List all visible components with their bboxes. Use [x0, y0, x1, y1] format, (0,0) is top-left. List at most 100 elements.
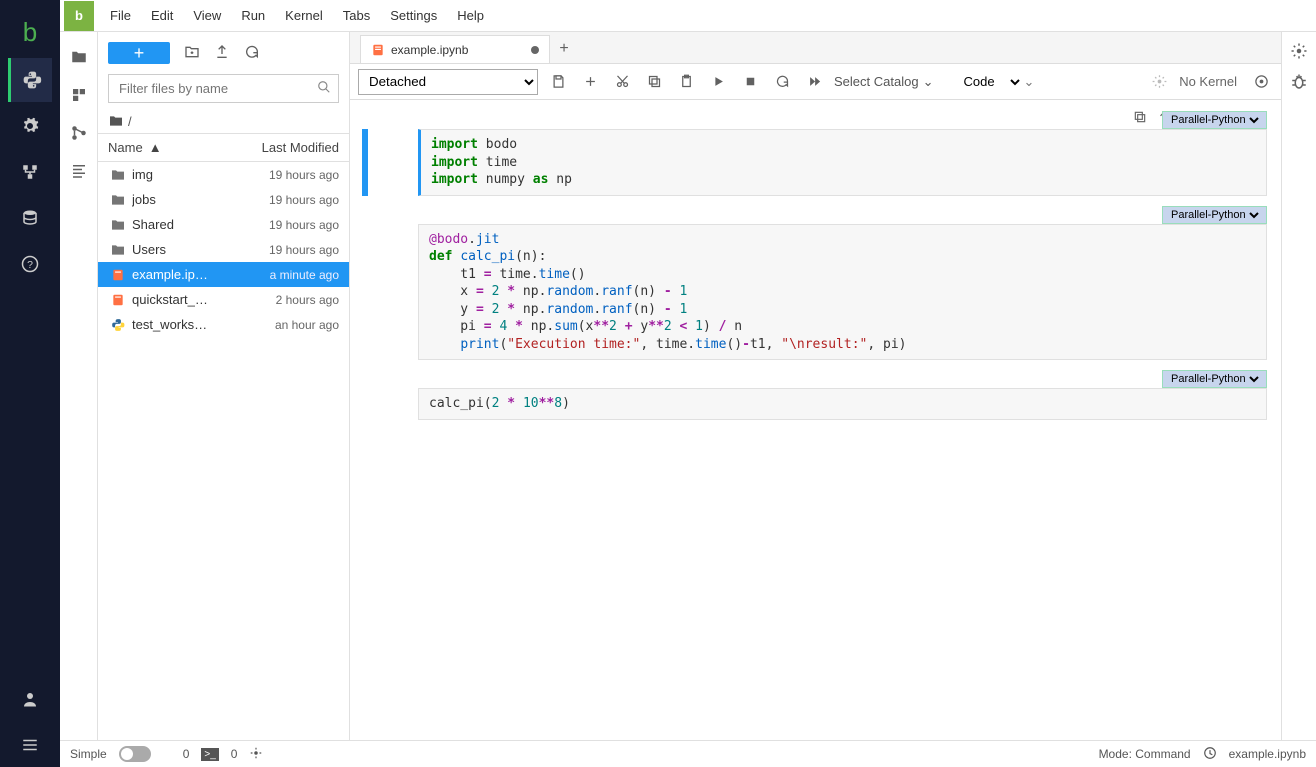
upload-icon[interactable] — [214, 44, 230, 63]
duplicate-icon[interactable] — [1133, 110, 1147, 127]
file-row[interactable]: jobs19 hours ago — [98, 187, 349, 212]
menubar: b File Edit View Run Kernel Tabs Setting… — [60, 0, 1316, 32]
file-list: img19 hours agojobs19 hours agoShared19 … — [98, 162, 349, 740]
chevron-down-icon: ⌄ — [1023, 74, 1034, 90]
notebook-trusted-icon[interactable] — [1203, 746, 1217, 763]
simple-toggle[interactable] — [119, 746, 151, 762]
menu-file[interactable]: File — [100, 4, 141, 27]
run-all-icon[interactable] — [802, 70, 826, 94]
paste-icon[interactable] — [674, 70, 698, 94]
cell-type-select[interactable]: Code — [953, 70, 1023, 94]
run-icon[interactable] — [706, 70, 730, 94]
cell-input[interactable]: @bodo.jit def calc_pi(n): t1 = time.time… — [418, 224, 1267, 361]
menu-run[interactable]: Run — [231, 4, 275, 27]
sidebar-clusters-icon[interactable] — [8, 150, 52, 194]
chevron-down-icon: ⌄ — [923, 74, 934, 90]
code-cell[interactable]: Parallel-Python import bodo import time … — [354, 110, 1267, 196]
file-browser: + / Name ▲ Last Modified img19 hours ago… — [98, 32, 350, 740]
file-name: img — [132, 167, 269, 182]
sidebar-user-icon[interactable] — [8, 677, 52, 721]
file-row[interactable]: img19 hours ago — [98, 162, 349, 187]
property-inspector-icon[interactable] — [1290, 42, 1308, 63]
file-list-header: Name ▲ Last Modified — [98, 133, 349, 162]
search-icon — [317, 80, 331, 97]
new-folder-icon[interactable] — [184, 44, 200, 63]
folder-icon — [108, 167, 128, 183]
menu-settings[interactable]: Settings — [380, 4, 447, 27]
status-bar: Simple 0 >_ 0 Mode: Command example.ipyn… — [60, 740, 1316, 767]
file-name: quickstart_… — [132, 292, 276, 307]
file-filter-input[interactable] — [108, 74, 339, 103]
copy-icon[interactable] — [642, 70, 666, 94]
cell-input[interactable]: calc_pi(2 * 10**8) — [418, 388, 1267, 420]
activity-toc-icon[interactable] — [63, 152, 95, 190]
tab-label: example.ipynb — [391, 43, 468, 57]
cluster-select[interactable]: Detached — [358, 69, 538, 95]
file-modified: an hour ago — [275, 318, 339, 332]
breadcrumb-root: / — [128, 114, 132, 129]
folder-icon — [108, 113, 124, 129]
sort-asc-icon: ▲ — [149, 140, 162, 155]
tab-example-ipynb[interactable]: example.ipynb — [360, 35, 550, 63]
notebook-icon — [371, 43, 385, 57]
file-modified: 19 hours ago — [269, 168, 339, 182]
code-cell[interactable]: Parallel-Python@bodo.jit def calc_pi(n):… — [354, 206, 1267, 361]
file-browser-toolbar: + — [98, 32, 349, 74]
tab-bar: example.ipynb + — [350, 32, 1281, 64]
restart-icon[interactable] — [770, 70, 794, 94]
stop-icon[interactable] — [738, 70, 762, 94]
select-catalog-button[interactable]: Select Catalog ⌄ — [834, 74, 933, 90]
code-cell[interactable]: Parallel-Pythoncalc_pi(2 * 10**8) — [354, 370, 1267, 420]
dirty-indicator-icon — [531, 46, 539, 54]
terminal-icon[interactable]: >_ — [201, 748, 218, 761]
activity-running-icon[interactable] — [63, 76, 95, 114]
file-name: Users — [132, 242, 269, 257]
file-row[interactable]: test_works…an hour ago — [98, 312, 349, 337]
terminal-count[interactable]: 0 — [183, 747, 190, 761]
file-name: test_works… — [132, 317, 275, 332]
kernel-status-icon[interactable] — [1249, 70, 1273, 94]
debugger-icon[interactable] — [1290, 73, 1308, 94]
file-row[interactable]: quickstart_…2 hours ago — [98, 287, 349, 312]
notebook-body[interactable]: Parallel-Python import bodo import time … — [350, 100, 1281, 740]
file-row[interactable]: Users19 hours ago — [98, 237, 349, 262]
activity-folder-icon[interactable] — [63, 38, 95, 76]
sidebar-menu-icon[interactable] — [8, 723, 52, 767]
sidebar-settings-icon[interactable] — [8, 104, 52, 148]
app-sidebar: b ? — [0, 0, 60, 767]
file-modified: 2 hours ago — [276, 293, 339, 307]
status-filename: example.ipynb — [1229, 747, 1306, 761]
file-row[interactable]: Shared19 hours ago — [98, 212, 349, 237]
folder-icon — [108, 242, 128, 258]
new-tab-button[interactable]: + — [550, 35, 578, 63]
save-icon[interactable] — [546, 70, 570, 94]
parallel-select[interactable]: Parallel-Python — [1162, 206, 1267, 224]
menu-view[interactable]: View — [183, 4, 231, 27]
menu-help[interactable]: Help — [447, 4, 494, 27]
file-row[interactable]: example.ip…a minute ago — [98, 262, 349, 287]
parallel-select[interactable]: Parallel-Python — [1162, 111, 1267, 129]
sidebar-python-icon[interactable] — [8, 58, 52, 102]
menu-kernel[interactable]: Kernel — [275, 4, 333, 27]
sidebar-help-icon[interactable]: ? — [8, 242, 52, 286]
column-name[interactable]: Name — [108, 140, 143, 155]
kernel-label[interactable]: No Kernel — [1179, 74, 1237, 89]
column-modified[interactable]: Last Modified — [262, 140, 339, 155]
menu-tabs[interactable]: Tabs — [333, 4, 380, 27]
add-cell-icon[interactable] — [578, 70, 602, 94]
new-launcher-button[interactable]: + — [108, 42, 170, 64]
activity-bar — [60, 32, 98, 740]
sidebar-database-icon[interactable] — [8, 196, 52, 240]
kernel-busy-icon[interactable] — [249, 746, 263, 763]
cell-input[interactable]: import bodo import time import numpy as … — [418, 129, 1267, 196]
activity-git-icon[interactable] — [63, 114, 95, 152]
kernel-count[interactable]: 0 — [231, 747, 238, 761]
simple-label: Simple — [70, 747, 107, 761]
parallel-select[interactable]: Parallel-Python — [1162, 370, 1267, 388]
refresh-icon[interactable] — [244, 44, 260, 63]
breadcrumb[interactable]: / — [98, 109, 349, 133]
gear-icon[interactable] — [1147, 70, 1171, 94]
cut-icon[interactable] — [610, 70, 634, 94]
notebook-icon — [108, 268, 128, 282]
menu-edit[interactable]: Edit — [141, 4, 183, 27]
